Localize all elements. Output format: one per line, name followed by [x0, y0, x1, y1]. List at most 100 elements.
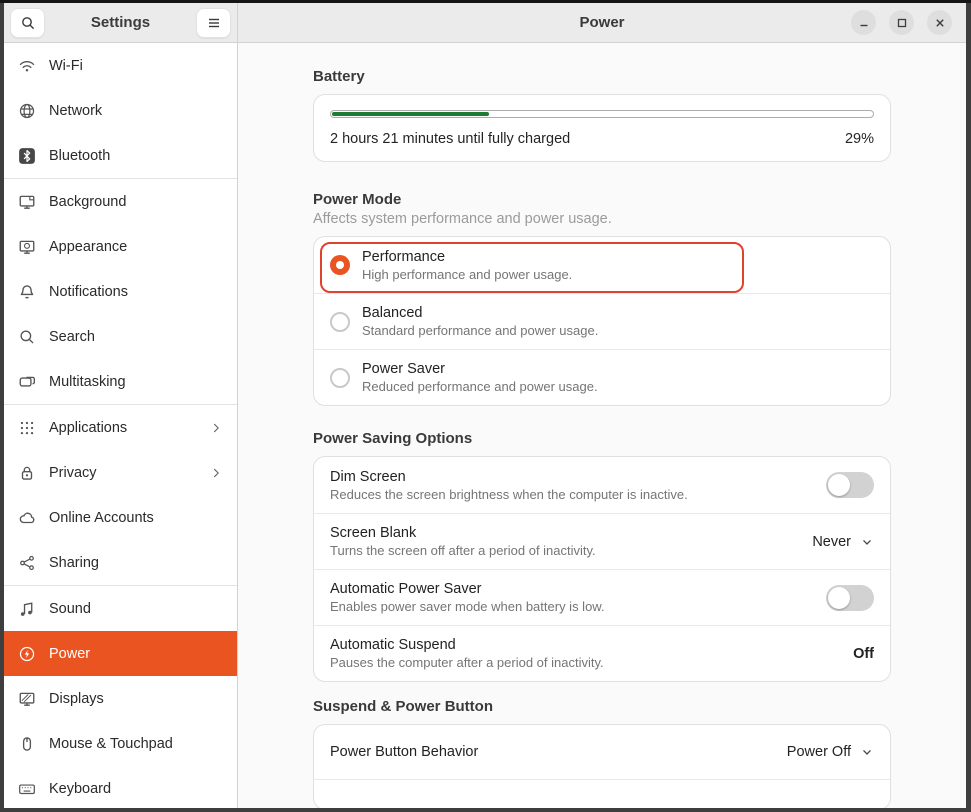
sidebar-item-label: Appearance [49, 238, 128, 255]
battery-card: 2 hours 21 minutes until fully charged 2… [313, 94, 891, 162]
sidebar-item-label: Online Accounts [49, 509, 154, 526]
row-subtitle: Pauses the computer after a period of in… [330, 655, 604, 670]
chevron-right-icon [213, 468, 219, 477]
option-subtitle: Reduced performance and power usage. [362, 379, 598, 394]
sidebar-item-label: Privacy [49, 464, 97, 481]
battery-status-text: 2 hours 21 minutes until fully charged [330, 131, 571, 147]
clipped-row [314, 779, 890, 808]
option-subtitle: Standard performance and power usage. [362, 323, 599, 338]
sidebar-item-applications[interactable]: Applications [4, 405, 237, 450]
suspend-section-title: Suspend & Power Button [313, 698, 493, 715]
sidebar-item-bluetooth[interactable]: Bluetooth [4, 133, 237, 178]
row-screen-blank[interactable]: Screen Blank Turns the screen off after … [314, 513, 890, 569]
hamburger-icon [208, 18, 219, 27]
sidebar-item-network[interactable]: Network [4, 88, 237, 133]
automatic-suspend-value: Off [853, 645, 874, 662]
sidebar-item-label: Keyboard [49, 780, 112, 797]
row-subtitle: Turns the screen off after a period of i… [330, 543, 596, 558]
sidebar-header: Settings [4, 3, 238, 43]
maximize-button[interactable] [889, 10, 914, 35]
multitasking-icon [19, 376, 35, 387]
chevron-down-icon [863, 749, 871, 755]
dropdown-value: Power Off [786, 744, 851, 760]
sidebar-item-appearance[interactable]: Appearance [4, 224, 237, 269]
music-note-icon [20, 601, 33, 616]
sidebar-item-label: Applications [49, 419, 128, 436]
maximize-icon [897, 18, 906, 27]
row-automatic-power-saver: Automatic Power Saver Enables power save… [314, 569, 890, 625]
power-mode-option-balanced[interactable]: Balanced Standard performance and power … [314, 293, 890, 349]
sidebar-item-label: Bluetooth [49, 147, 111, 164]
dim-screen-toggle[interactable] [826, 472, 874, 498]
sidebar-item-mouse-touchpad[interactable]: Mouse & Touchpad [4, 721, 237, 766]
option-title: Power Saver [362, 361, 446, 377]
minimize-icon [860, 24, 867, 26]
row-title: Screen Blank [330, 525, 417, 541]
chevron-right-icon [213, 423, 219, 432]
close-button[interactable] [927, 10, 952, 35]
minimize-button[interactable] [851, 10, 876, 35]
radio-unselected-icon[interactable] [330, 367, 350, 388]
row-automatic-suspend[interactable]: Automatic Suspend Pauses the computer af… [314, 625, 890, 681]
wifi-icon [19, 60, 35, 72]
radio-unselected-icon[interactable] [330, 311, 350, 332]
option-title: Balanced [362, 305, 423, 321]
sidebar-item-sound[interactable]: Sound [4, 586, 237, 631]
sidebar-item-label: Background [49, 193, 127, 210]
sidebar-item-label: Network [49, 102, 103, 119]
power-mode-option-performance[interactable]: Performance High performance and power u… [314, 237, 890, 293]
keyboard-icon [19, 783, 35, 794]
network-icon [19, 103, 35, 118]
mouse-icon [22, 736, 32, 751]
sidebar-item-label: Search [49, 328, 95, 345]
share-nodes-icon [20, 555, 34, 570]
sidebar: Wi-Fi Network Bluetooth Background Appea… [4, 43, 238, 808]
sidebar-item-sharing[interactable]: Sharing [4, 540, 237, 585]
sidebar-item-keyboard[interactable]: Keyboard [4, 766, 237, 808]
suspend-card: Power Button Behavior Power Off [313, 724, 891, 808]
chevron-down-icon [863, 539, 871, 545]
sidebar-item-label: Sharing [49, 554, 99, 571]
toggle-knob [828, 586, 850, 609]
sidebar-item-label: Sound [49, 600, 91, 617]
row-title: Dim Screen [330, 468, 406, 485]
battery-progress-fill [332, 112, 489, 116]
sidebar-item-background[interactable]: Background [4, 179, 237, 224]
displays-icon [19, 692, 35, 706]
settings-window: Settings Power Wi-Fi Network Bluetooth B… [4, 3, 966, 808]
sidebar-item-notifications[interactable]: Notifications [4, 269, 237, 314]
screen-blank-dropdown[interactable]: Never [812, 534, 874, 550]
sidebar-item-online-accounts[interactable]: Online Accounts [4, 495, 237, 540]
sidebar-item-multitasking[interactable]: Multitasking [4, 359, 237, 404]
sidebar-item-label: Mouse & Touchpad [49, 735, 173, 752]
privacy-lock-icon [21, 466, 33, 480]
sidebar-item-label: Multitasking [49, 373, 126, 390]
sidebar-item-displays[interactable]: Displays [4, 676, 237, 721]
automatic-power-saver-toggle[interactable] [826, 584, 874, 611]
power-icon [19, 646, 35, 661]
power-button-behavior-dropdown[interactable]: Power Off [787, 744, 874, 760]
power-saving-section-title: Power Saving Options [313, 430, 473, 447]
sidebar-item-wifi[interactable]: Wi-Fi [4, 43, 237, 88]
radio-selected-icon[interactable] [330, 255, 350, 275]
search-button[interactable] [10, 7, 45, 38]
sidebar-item-power[interactable]: Power [4, 631, 237, 676]
power-mode-section-subtitle: Affects system performance and power usa… [313, 211, 612, 227]
row-power-button-behavior[interactable]: Power Button Behavior Power Off [314, 725, 890, 779]
sidebar-item-label: Displays [49, 690, 104, 707]
row-subtitle: Reduces the screen brightness when the c… [330, 486, 688, 502]
power-mode-section-title: Power Mode [313, 191, 402, 208]
bluetooth-icon [19, 147, 35, 164]
row-title: Automatic Suspend [330, 637, 456, 653]
sidebar-item-label: Wi-Fi [49, 57, 83, 74]
background-icon [19, 195, 35, 209]
power-page: Battery 2 hours 21 minutes until fully c… [238, 43, 966, 808]
sidebar-item-privacy[interactable]: Privacy [4, 450, 237, 495]
power-mode-option-power-saver[interactable]: Power Saver Reduced performance and powe… [314, 349, 890, 405]
menu-button[interactable] [196, 7, 231, 38]
power-mode-card: Performance High performance and power u… [313, 236, 891, 406]
search-icon [20, 329, 34, 344]
sidebar-item-search[interactable]: Search [4, 314, 237, 359]
sidebar-item-label: Power [49, 645, 91, 662]
option-title: Performance [362, 248, 446, 265]
